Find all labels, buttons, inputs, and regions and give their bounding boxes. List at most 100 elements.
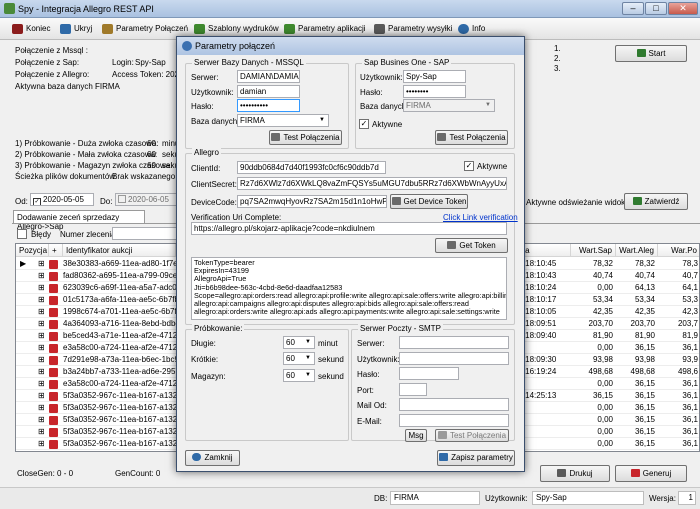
col-header-position[interactable]: Pozycja xyxy=(16,244,49,257)
generate-icon xyxy=(630,469,640,477)
col-header-wart-aleg[interactable]: Wart.Aleg xyxy=(616,244,658,257)
col-header-war-po[interactable]: War.Po xyxy=(658,244,699,257)
client-secret-label: ClientSecret: xyxy=(191,180,237,189)
cell-wart-sap: 0,00 xyxy=(597,415,613,424)
sap-active-checkbox[interactable]: ✓ xyxy=(359,119,369,129)
pdf-icon xyxy=(49,320,58,329)
dialog-save-button[interactable]: Zapisz parametry xyxy=(437,450,515,466)
probe-store-select[interactable]: 60 ▼ xyxy=(283,369,315,382)
token-output[interactable]: TokenType=bearer ExpiresIn=43199 Allegro… xyxy=(191,257,507,320)
verification-uri-input[interactable]: https://allegro.pl/skojarz-aplikacje?cod… xyxy=(191,222,507,235)
start-button[interactable]: Start xyxy=(615,45,687,62)
get-device-token-button[interactable]: Get Device Token xyxy=(390,194,468,209)
expand-icon[interactable]: ⊞ xyxy=(38,390,45,402)
col-header-wart-sap[interactable]: Wart.Sap xyxy=(571,244,616,257)
mssql-server-input[interactable]: DAMIAN\DAMIAN xyxy=(237,70,300,83)
smtp-password-input[interactable] xyxy=(399,367,459,380)
list-item-3: 3. xyxy=(554,64,561,73)
expand-icon[interactable]: ⊞ xyxy=(38,438,45,450)
cell-war-po: 53,3 xyxy=(682,295,698,304)
sap-test-button[interactable]: Test Połączenia xyxy=(435,130,508,145)
probe1-value: 60 xyxy=(147,139,156,148)
play-icon xyxy=(636,49,646,57)
smtp-mail-from-input[interactable] xyxy=(399,398,509,411)
mssql-db-select[interactable]: FIRMA ▼ xyxy=(237,114,329,127)
probe-long-select[interactable]: 60 ▼ xyxy=(283,336,315,349)
cell-wart-sap: 0,00 xyxy=(597,379,613,388)
menu-shipping-params[interactable]: Parametry wysyłki xyxy=(374,22,452,36)
expand-icon[interactable]: ⊞ xyxy=(38,354,45,366)
dialog-title: Parametry połączeń xyxy=(195,41,276,51)
printer-icon xyxy=(557,469,567,477)
client-secret-input[interactable]: Rz7d6XWlz7d6XWkLQ8vaZmFQSYs5uMGU7dbu5RRz… xyxy=(237,177,507,190)
smtp-pass-label: Hasło: xyxy=(357,370,380,379)
cell-auction-id: 38e30383-a669-11ea-ad80-1f7eeca35 xyxy=(63,259,176,268)
menu-print-templates[interactable]: Szablony wydruków xyxy=(194,22,279,36)
smtp-test-button[interactable]: Test Połączenia xyxy=(435,429,509,442)
tab-add-sales-orders[interactable]: Dodawanie zeceń sprzedazy Allegro->Sap xyxy=(13,210,145,231)
maximize-button[interactable]: □ xyxy=(645,2,667,15)
expand-icon[interactable]: ⊞ xyxy=(38,366,45,378)
status-db-label: DB: xyxy=(374,494,388,503)
cell-wart-sap: 36,15 xyxy=(592,391,613,400)
smtp-msg-button[interactable]: Msg xyxy=(405,429,427,442)
menu-info[interactable]: Info xyxy=(458,22,485,36)
confirm-button[interactable]: Zatwierdź xyxy=(624,193,688,210)
smtp-port-input[interactable] xyxy=(399,383,427,396)
verification-link[interactable]: Click Link verification xyxy=(443,213,518,222)
smtp-user-input[interactable] xyxy=(399,352,509,365)
mssql-test-button[interactable]: Test Połączenia xyxy=(269,130,342,145)
sap-db-select[interactable]: FIRMA ▼ xyxy=(403,99,495,112)
col-header-plus[interactable]: + xyxy=(49,244,63,257)
menu-connection-params[interactable]: Parametry Połączeń xyxy=(102,22,188,36)
errors-checkbox[interactable] xyxy=(17,229,27,239)
expand-icon[interactable]: ⊞ xyxy=(38,330,45,342)
allegro-active-checkbox[interactable]: ✓ xyxy=(464,161,474,171)
print-button[interactable]: Drukuj xyxy=(540,465,610,482)
cell-wart-aleg: 93,98 xyxy=(634,355,655,364)
generate-button[interactable]: Generuj xyxy=(615,465,687,482)
client-id-label: ClientId: xyxy=(191,164,221,173)
expand-icon[interactable]: ⊞ xyxy=(38,414,45,426)
menu-app-params[interactable]: Parametry aplikacji xyxy=(284,22,366,36)
get-token-button[interactable]: Get Token xyxy=(435,238,508,253)
active-db-label: Aktywna baza danych : xyxy=(15,82,98,91)
cell-wart-sap: 0,00 xyxy=(597,403,613,412)
close-window-button[interactable]: ✕ xyxy=(668,2,698,15)
date-from-picker[interactable]: ✓ 2020-05-05 xyxy=(30,193,94,206)
expand-icon[interactable]: ⊞ xyxy=(38,402,45,414)
smtp-server-input[interactable] xyxy=(399,336,509,349)
menu-exit[interactable]: Koniec xyxy=(12,22,50,36)
date-to-picker[interactable]: 2020-06-05 xyxy=(115,193,179,206)
menu-hide[interactable]: Ukryj xyxy=(60,22,92,36)
expand-icon[interactable]: ⊞ xyxy=(38,258,45,270)
smtp-mail-from-label: Mail Od: xyxy=(357,401,387,410)
cell-wart-sap: 0,00 xyxy=(597,283,613,292)
dialog-close-button[interactable]: Zamknij xyxy=(185,450,240,466)
mssql-password-input[interactable]: •••••••••• xyxy=(237,99,300,112)
conn-sap-label: Połączenie z Sap: xyxy=(15,58,80,67)
expand-icon[interactable]: ⊞ xyxy=(38,318,45,330)
sap-password-input[interactable]: •••••••• xyxy=(403,85,466,98)
device-code-label: DeviceCode: xyxy=(191,198,237,207)
expand-icon[interactable]: ⊞ xyxy=(38,294,45,306)
smtp-email-input[interactable] xyxy=(399,414,509,427)
login-value: Spy-Sap xyxy=(135,58,166,67)
minimize-button[interactable]: – xyxy=(622,2,644,15)
expand-icon[interactable]: ⊞ xyxy=(38,270,45,282)
expand-icon[interactable]: ⊞ xyxy=(38,306,45,318)
date-to-label: Do: xyxy=(100,197,113,206)
mssql-pass-label: Hasło: xyxy=(191,102,214,111)
expand-icon[interactable]: ⊞ xyxy=(38,342,45,354)
col-header-auction-id[interactable]: Identyfikator aukcji xyxy=(63,244,176,257)
cell-wart-aleg: 40,74 xyxy=(634,271,655,280)
order-number-input[interactable] xyxy=(112,227,177,240)
expand-icon[interactable]: ⊞ xyxy=(38,426,45,438)
device-code-input[interactable]: pq7SA2mwqHyovRz7SA2m15d1n1oHwPrz xyxy=(237,195,387,208)
client-id-input[interactable]: 90ddb0684d7d40f1993fc0cf6c90ddb7d xyxy=(237,161,386,174)
sap-user-input[interactable]: Spy-Sap xyxy=(403,70,466,83)
expand-icon[interactable]: ⊞ xyxy=(38,378,45,390)
mssql-user-input[interactable]: damian xyxy=(237,85,300,98)
expand-icon[interactable]: ⊞ xyxy=(38,282,45,294)
probe-short-select[interactable]: 60 ▼ xyxy=(283,352,315,365)
